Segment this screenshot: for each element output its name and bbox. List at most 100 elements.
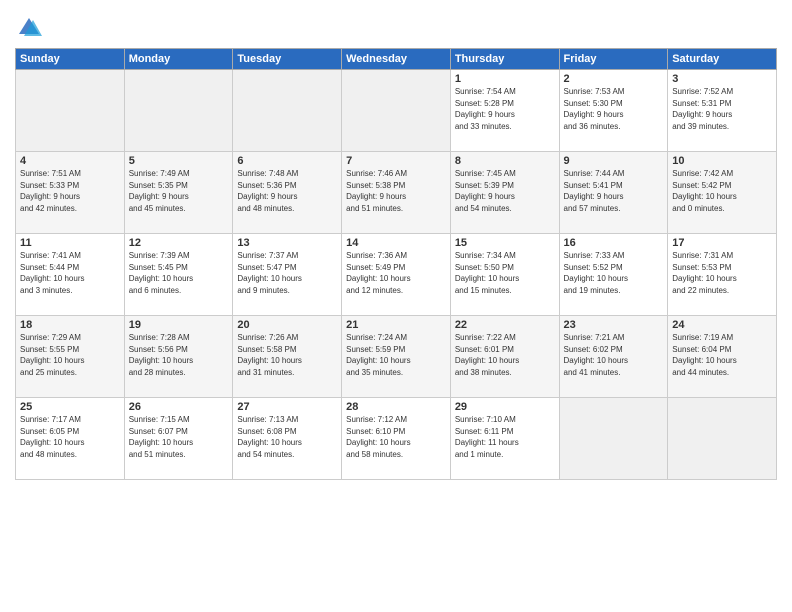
- day-info: Sunrise: 7:48 AM Sunset: 5:36 PM Dayligh…: [237, 168, 337, 214]
- calendar-cell: 26Sunrise: 7:15 AM Sunset: 6:07 PM Dayli…: [124, 398, 233, 480]
- day-number: 15: [455, 237, 555, 249]
- day-number: 18: [20, 319, 120, 331]
- day-info: Sunrise: 7:46 AM Sunset: 5:38 PM Dayligh…: [346, 168, 446, 214]
- calendar-cell: [342, 70, 451, 152]
- calendar-cell: 2Sunrise: 7:53 AM Sunset: 5:30 PM Daylig…: [559, 70, 668, 152]
- day-info: Sunrise: 7:28 AM Sunset: 5:56 PM Dayligh…: [129, 332, 229, 378]
- day-info: Sunrise: 7:33 AM Sunset: 5:52 PM Dayligh…: [564, 250, 664, 296]
- day-number: 19: [129, 319, 229, 331]
- calendar-cell: 12Sunrise: 7:39 AM Sunset: 5:45 PM Dayli…: [124, 234, 233, 316]
- day-number: 29: [455, 401, 555, 413]
- day-info: Sunrise: 7:17 AM Sunset: 6:05 PM Dayligh…: [20, 414, 120, 460]
- day-info: Sunrise: 7:53 AM Sunset: 5:30 PM Dayligh…: [564, 86, 664, 132]
- day-info: Sunrise: 7:26 AM Sunset: 5:58 PM Dayligh…: [237, 332, 337, 378]
- day-info: Sunrise: 7:52 AM Sunset: 5:31 PM Dayligh…: [672, 86, 772, 132]
- col-header-monday: Monday: [124, 49, 233, 70]
- calendar-cell: [16, 70, 125, 152]
- calendar-cell: 22Sunrise: 7:22 AM Sunset: 6:01 PM Dayli…: [450, 316, 559, 398]
- day-info: Sunrise: 7:21 AM Sunset: 6:02 PM Dayligh…: [564, 332, 664, 378]
- calendar-cell: 13Sunrise: 7:37 AM Sunset: 5:47 PM Dayli…: [233, 234, 342, 316]
- day-number: 22: [455, 319, 555, 331]
- calendar-cell: [668, 398, 777, 480]
- day-info: Sunrise: 7:51 AM Sunset: 5:33 PM Dayligh…: [20, 168, 120, 214]
- calendar-cell: 7Sunrise: 7:46 AM Sunset: 5:38 PM Daylig…: [342, 152, 451, 234]
- day-info: Sunrise: 7:42 AM Sunset: 5:42 PM Dayligh…: [672, 168, 772, 214]
- day-number: 5: [129, 155, 229, 167]
- calendar-cell: 27Sunrise: 7:13 AM Sunset: 6:08 PM Dayli…: [233, 398, 342, 480]
- calendar-week-row: 1Sunrise: 7:54 AM Sunset: 5:28 PM Daylig…: [16, 70, 777, 152]
- day-number: 9: [564, 155, 664, 167]
- col-header-friday: Friday: [559, 49, 668, 70]
- calendar-week-row: 4Sunrise: 7:51 AM Sunset: 5:33 PM Daylig…: [16, 152, 777, 234]
- day-info: Sunrise: 7:49 AM Sunset: 5:35 PM Dayligh…: [129, 168, 229, 214]
- day-number: 20: [237, 319, 337, 331]
- day-number: 14: [346, 237, 446, 249]
- day-number: 1: [455, 73, 555, 85]
- calendar-cell: 21Sunrise: 7:24 AM Sunset: 5:59 PM Dayli…: [342, 316, 451, 398]
- day-number: 7: [346, 155, 446, 167]
- calendar-cell: 8Sunrise: 7:45 AM Sunset: 5:39 PM Daylig…: [450, 152, 559, 234]
- calendar-table: SundayMondayTuesdayWednesdayThursdayFrid…: [15, 48, 777, 480]
- day-number: 26: [129, 401, 229, 413]
- logo-icon: [15, 14, 43, 42]
- calendar-cell: 28Sunrise: 7:12 AM Sunset: 6:10 PM Dayli…: [342, 398, 451, 480]
- day-info: Sunrise: 7:45 AM Sunset: 5:39 PM Dayligh…: [455, 168, 555, 214]
- calendar-cell: 9Sunrise: 7:44 AM Sunset: 5:41 PM Daylig…: [559, 152, 668, 234]
- day-number: 4: [20, 155, 120, 167]
- day-number: 6: [237, 155, 337, 167]
- calendar-cell: 14Sunrise: 7:36 AM Sunset: 5:49 PM Dayli…: [342, 234, 451, 316]
- day-info: Sunrise: 7:37 AM Sunset: 5:47 PM Dayligh…: [237, 250, 337, 296]
- day-info: Sunrise: 7:31 AM Sunset: 5:53 PM Dayligh…: [672, 250, 772, 296]
- day-number: 13: [237, 237, 337, 249]
- calendar-cell: 5Sunrise: 7:49 AM Sunset: 5:35 PM Daylig…: [124, 152, 233, 234]
- calendar-cell: [124, 70, 233, 152]
- day-number: 27: [237, 401, 337, 413]
- day-number: 17: [672, 237, 772, 249]
- day-number: 12: [129, 237, 229, 249]
- calendar-cell: [559, 398, 668, 480]
- calendar-header-row: SundayMondayTuesdayWednesdayThursdayFrid…: [16, 49, 777, 70]
- day-info: Sunrise: 7:19 AM Sunset: 6:04 PM Dayligh…: [672, 332, 772, 378]
- day-number: 23: [564, 319, 664, 331]
- calendar-cell: 24Sunrise: 7:19 AM Sunset: 6:04 PM Dayli…: [668, 316, 777, 398]
- calendar-cell: [233, 70, 342, 152]
- day-info: Sunrise: 7:12 AM Sunset: 6:10 PM Dayligh…: [346, 414, 446, 460]
- calendar-cell: 1Sunrise: 7:54 AM Sunset: 5:28 PM Daylig…: [450, 70, 559, 152]
- col-header-tuesday: Tuesday: [233, 49, 342, 70]
- calendar-week-row: 18Sunrise: 7:29 AM Sunset: 5:55 PM Dayli…: [16, 316, 777, 398]
- day-info: Sunrise: 7:41 AM Sunset: 5:44 PM Dayligh…: [20, 250, 120, 296]
- day-info: Sunrise: 7:24 AM Sunset: 5:59 PM Dayligh…: [346, 332, 446, 378]
- day-number: 21: [346, 319, 446, 331]
- day-number: 24: [672, 319, 772, 331]
- calendar-cell: 11Sunrise: 7:41 AM Sunset: 5:44 PM Dayli…: [16, 234, 125, 316]
- day-info: Sunrise: 7:36 AM Sunset: 5:49 PM Dayligh…: [346, 250, 446, 296]
- calendar-cell: 23Sunrise: 7:21 AM Sunset: 6:02 PM Dayli…: [559, 316, 668, 398]
- day-number: 10: [672, 155, 772, 167]
- day-number: 28: [346, 401, 446, 413]
- calendar-cell: 18Sunrise: 7:29 AM Sunset: 5:55 PM Dayli…: [16, 316, 125, 398]
- day-info: Sunrise: 7:39 AM Sunset: 5:45 PM Dayligh…: [129, 250, 229, 296]
- calendar-cell: 15Sunrise: 7:34 AM Sunset: 5:50 PM Dayli…: [450, 234, 559, 316]
- col-header-sunday: Sunday: [16, 49, 125, 70]
- day-info: Sunrise: 7:10 AM Sunset: 6:11 PM Dayligh…: [455, 414, 555, 460]
- calendar-cell: 25Sunrise: 7:17 AM Sunset: 6:05 PM Dayli…: [16, 398, 125, 480]
- logo: [15, 14, 47, 42]
- col-header-thursday: Thursday: [450, 49, 559, 70]
- calendar-cell: 29Sunrise: 7:10 AM Sunset: 6:11 PM Dayli…: [450, 398, 559, 480]
- day-number: 25: [20, 401, 120, 413]
- calendar-cell: 10Sunrise: 7:42 AM Sunset: 5:42 PM Dayli…: [668, 152, 777, 234]
- day-number: 8: [455, 155, 555, 167]
- calendar-cell: 6Sunrise: 7:48 AM Sunset: 5:36 PM Daylig…: [233, 152, 342, 234]
- day-info: Sunrise: 7:44 AM Sunset: 5:41 PM Dayligh…: [564, 168, 664, 214]
- calendar-cell: 19Sunrise: 7:28 AM Sunset: 5:56 PM Dayli…: [124, 316, 233, 398]
- day-info: Sunrise: 7:22 AM Sunset: 6:01 PM Dayligh…: [455, 332, 555, 378]
- day-info: Sunrise: 7:29 AM Sunset: 5:55 PM Dayligh…: [20, 332, 120, 378]
- day-number: 11: [20, 237, 120, 249]
- day-info: Sunrise: 7:34 AM Sunset: 5:50 PM Dayligh…: [455, 250, 555, 296]
- day-number: 3: [672, 73, 772, 85]
- col-header-saturday: Saturday: [668, 49, 777, 70]
- day-info: Sunrise: 7:15 AM Sunset: 6:07 PM Dayligh…: [129, 414, 229, 460]
- calendar-week-row: 25Sunrise: 7:17 AM Sunset: 6:05 PM Dayli…: [16, 398, 777, 480]
- calendar-cell: 4Sunrise: 7:51 AM Sunset: 5:33 PM Daylig…: [16, 152, 125, 234]
- calendar-cell: 17Sunrise: 7:31 AM Sunset: 5:53 PM Dayli…: [668, 234, 777, 316]
